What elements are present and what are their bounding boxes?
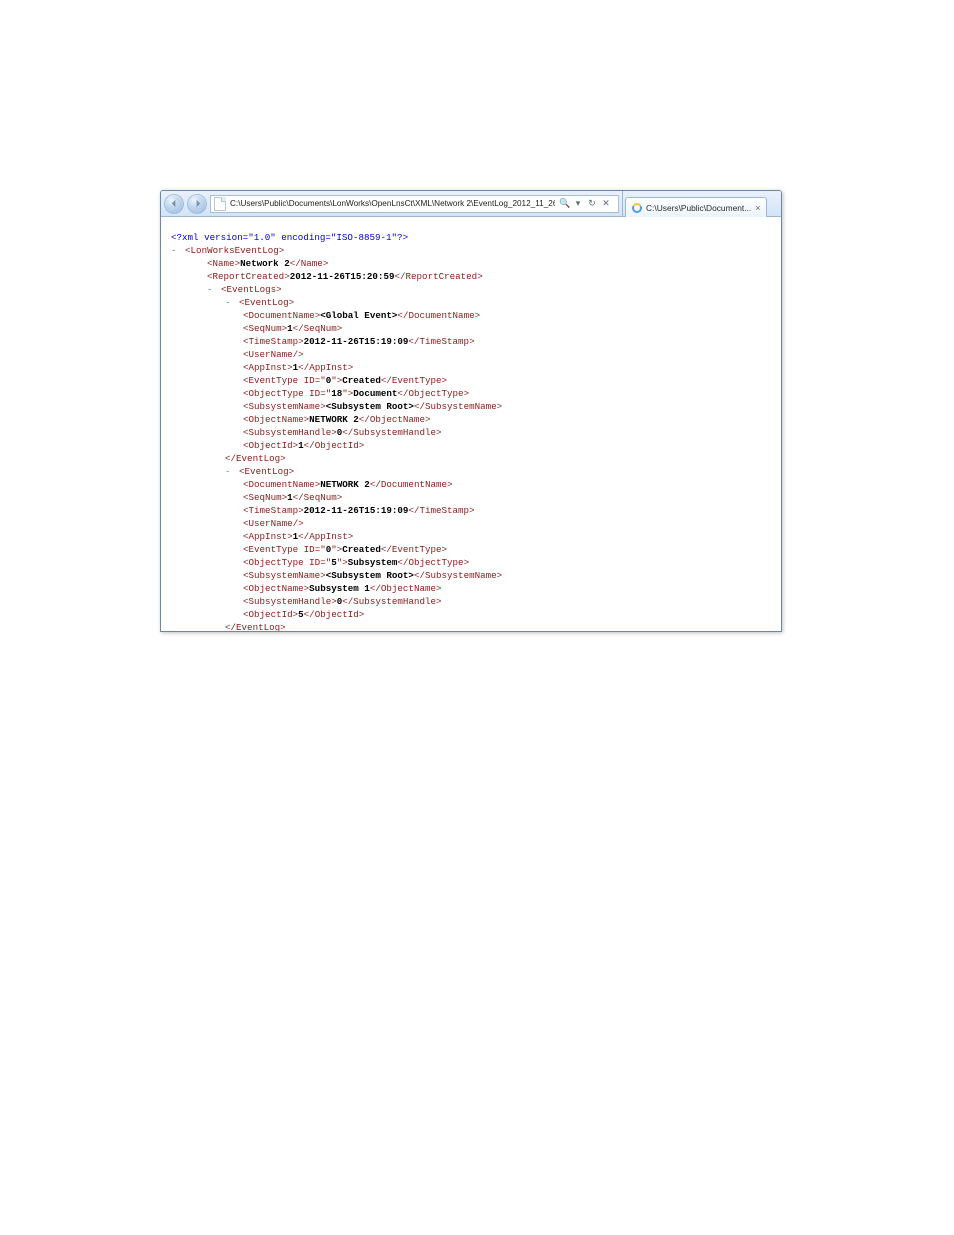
xml-node: <SeqNum>1</SeqNum> — [243, 322, 771, 335]
xml-node: </EventLog> — [225, 621, 771, 631]
back-button[interactable] — [164, 194, 184, 214]
xml-node: <ObjectType ID="5">Subsystem</ObjectType… — [243, 556, 771, 569]
arrow-right-icon — [193, 199, 202, 208]
xml-node: <EventType ID="0">Created</EventType> — [243, 374, 771, 387]
xml-node: <ObjectName>NETWORK 2</ObjectName> — [243, 413, 771, 426]
xml-node: <DocumentName><Global Event></DocumentNa… — [243, 309, 771, 322]
arrow-left-icon — [170, 199, 179, 208]
xml-node: <ObjectId>1</ObjectId> — [243, 439, 771, 452]
xml-node: <AppInst>1</AppInst> — [243, 361, 771, 374]
xml-node[interactable]: - <LonWorksEventLog> — [171, 244, 771, 257]
xml-node[interactable]: - <EventLog> — [225, 296, 771, 309]
collapse-toggle[interactable]: - — [171, 245, 177, 256]
xml-node: <SubsystemHandle>0</SubsystemHandle> — [243, 595, 771, 608]
xml-node: </EventLog> — [225, 452, 771, 465]
xml-node: <ObjectName>Subsystem 1</ObjectName> — [243, 582, 771, 595]
xml-node: <UserName/> — [243, 517, 771, 530]
xml-node: <ObjectId>5</ObjectId> — [243, 608, 771, 621]
collapse-toggle[interactable]: - — [225, 466, 231, 477]
xml-node[interactable]: - <EventLog> — [225, 465, 771, 478]
address-right-icons: 🔍 ▾ ↻ ✕ — [555, 198, 615, 209]
tab-active[interactable]: C:\Users\Public\Document... × — [625, 197, 767, 217]
collapse-toggle[interactable]: - — [225, 297, 231, 308]
xml-viewer: <?xml version="1.0" encoding="ISO-8859-1… — [161, 217, 781, 631]
xml-node: <SubsystemName><Subsystem Root></Subsyst… — [243, 569, 771, 582]
xml-node: <DocumentName>NETWORK 2</DocumentName> — [243, 478, 771, 491]
xml-node: <TimeStamp>2012-11-26T15:19:09</TimeStam… — [243, 335, 771, 348]
stop-close-icon[interactable]: ✕ — [601, 198, 611, 209]
refresh-icon[interactable]: ↻ — [587, 198, 597, 209]
ie-icon — [632, 203, 642, 213]
dropdown-icon[interactable]: ▾ — [573, 198, 583, 209]
address-text: C:\Users\Public\Documents\LonWorks\OpenL… — [230, 199, 555, 208]
search-icon[interactable]: 🔍 — [559, 198, 569, 209]
xml-node: <ReportCreated>2012-11-26T15:20:59</Repo… — [207, 270, 771, 283]
xml-node: <SubsystemHandle>0</SubsystemHandle> — [243, 426, 771, 439]
xml-node: <Name>Network 2</Name> — [207, 257, 771, 270]
address-field[interactable]: C:\Users\Public\Documents\LonWorks\OpenL… — [210, 195, 619, 213]
xml-node[interactable]: - <EventLogs> — [207, 283, 771, 296]
xml-node: <SubsystemName><Subsystem Root></Subsyst… — [243, 400, 771, 413]
xml-declaration: <?xml version="1.0" encoding="ISO-8859-1… — [171, 231, 771, 244]
xml-node: <SeqNum>1</SeqNum> — [243, 491, 771, 504]
forward-button[interactable] — [187, 194, 207, 214]
address-toolbar: C:\Users\Public\Documents\LonWorks\OpenL… — [161, 191, 781, 217]
xml-node: <AppInst>1</AppInst> — [243, 530, 771, 543]
xml-node: <ObjectType ID="18">Document</ObjectType… — [243, 387, 771, 400]
tab-strip: C:\Users\Public\Document... × — [622, 191, 781, 216]
collapse-toggle[interactable]: - — [207, 284, 213, 295]
tab-title: C:\Users\Public\Document... — [646, 203, 751, 213]
file-icon — [214, 197, 226, 211]
xml-node: <UserName/> — [243, 348, 771, 361]
browser-window: C:\Users\Public\Documents\LonWorks\OpenL… — [160, 190, 782, 632]
xml-node: <TimeStamp>2012-11-26T15:19:09</TimeStam… — [243, 504, 771, 517]
tab-close-icon[interactable]: × — [755, 203, 760, 213]
xml-node: <EventType ID="0">Created</EventType> — [243, 543, 771, 556]
